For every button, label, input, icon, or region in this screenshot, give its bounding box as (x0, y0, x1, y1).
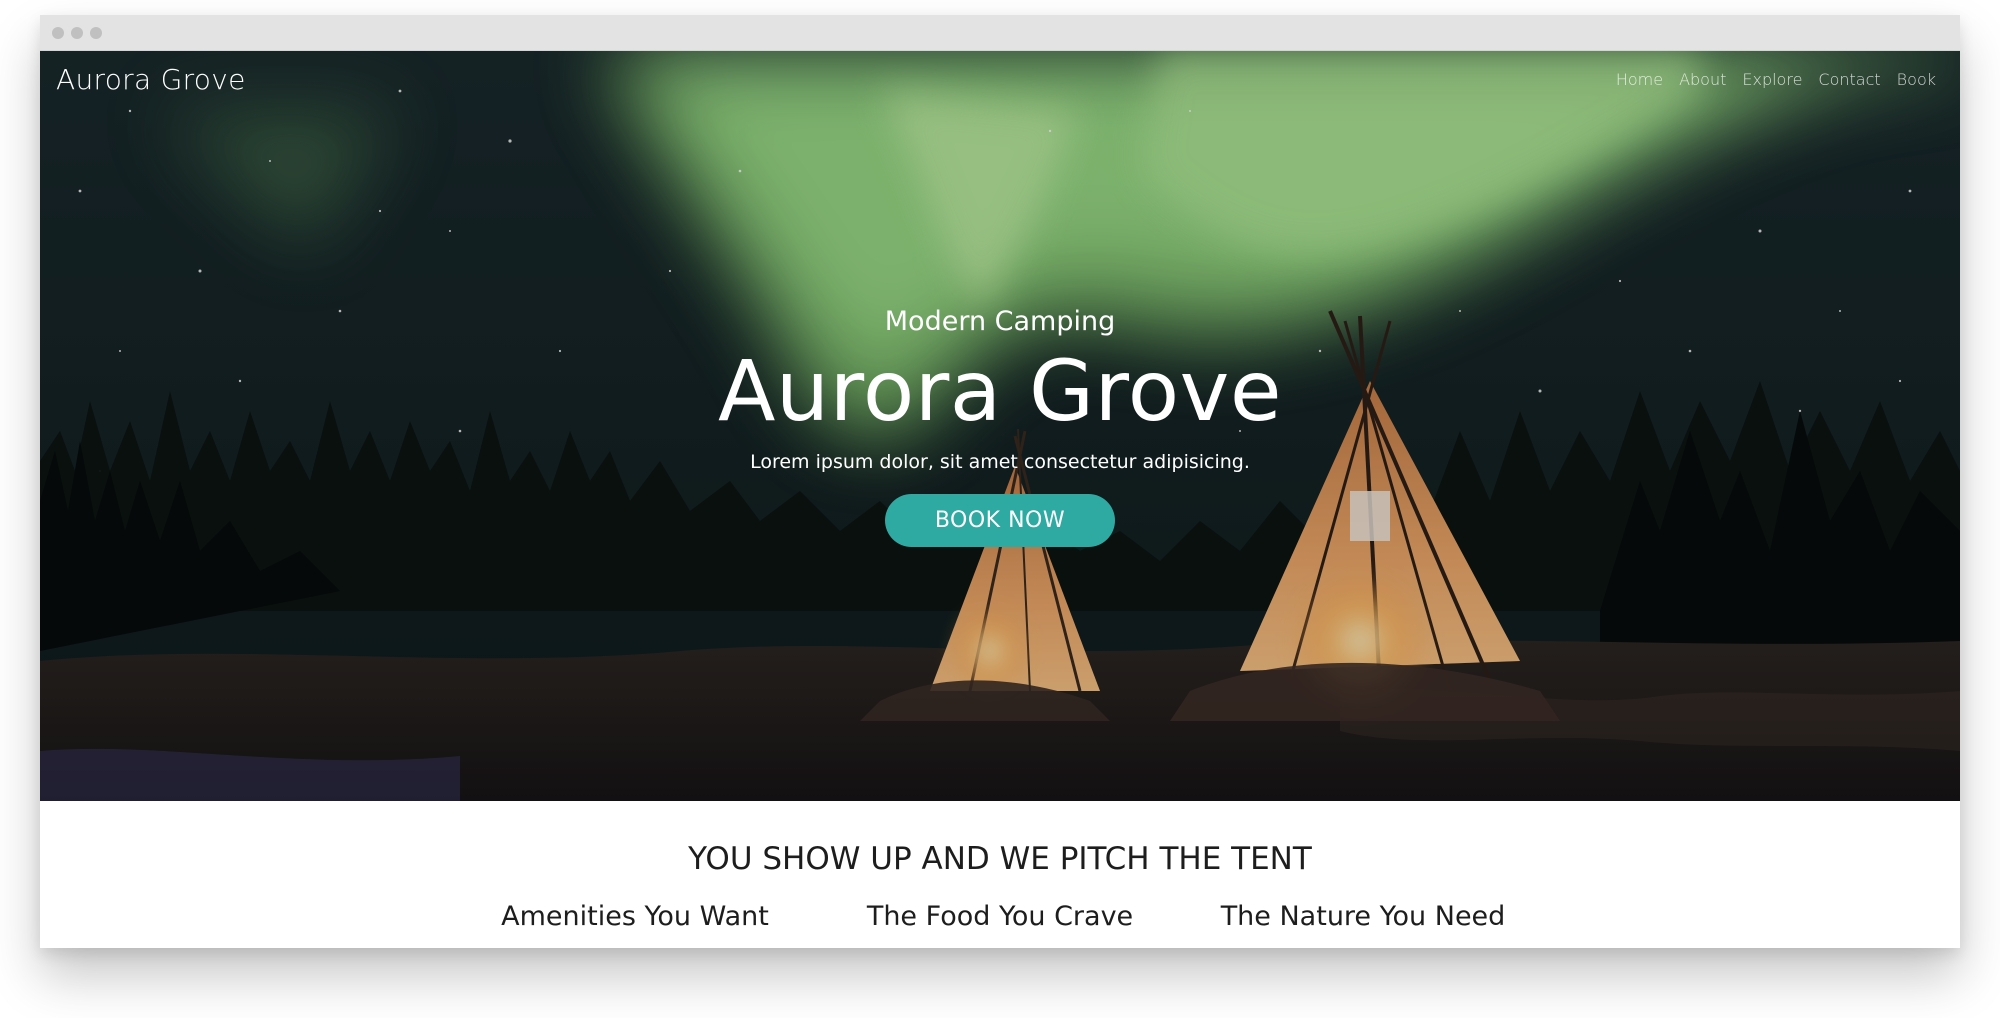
hero-tagline: Lorem ipsum dolor, sit amet consectetur … (750, 451, 1250, 473)
browser-window: Aurora Grove Home About Explore Contact … (40, 15, 1960, 948)
window-maximize-dot-icon[interactable] (90, 27, 102, 39)
nav-link-book[interactable]: Book (1897, 70, 1936, 89)
feature-heading-nature: The Nature You Need (1220, 901, 1506, 932)
book-now-button[interactable]: BOOK NOW (885, 494, 1115, 547)
nav-link-about[interactable]: About (1679, 70, 1726, 89)
hero-section: Aurora Grove Home About Explore Contact … (40, 51, 1960, 801)
feature-heading-amenities: Amenities You Want (501, 901, 769, 932)
page-backdrop: Aurora Grove Home About Explore Contact … (0, 0, 2000, 1018)
features-section: YOU SHOW UP AND WE PITCH THE TENT Amenit… (40, 801, 1960, 948)
browser-titlebar (40, 15, 1960, 51)
main-navigation: Home About Explore Contact Book (1616, 70, 1936, 89)
hero-headline: Aurora Grove (717, 342, 1283, 440)
nav-link-home[interactable]: Home (1616, 70, 1663, 89)
nav-link-explore[interactable]: Explore (1742, 70, 1802, 89)
feature-heading-food: The Food You Crave (866, 901, 1134, 932)
window-minimize-dot-icon[interactable] (71, 27, 83, 39)
nav-link-contact[interactable]: Contact (1818, 70, 1880, 89)
site-brand-logo[interactable]: Aurora Grove (56, 63, 246, 96)
window-close-dot-icon[interactable] (52, 27, 64, 39)
section-title: YOU SHOW UP AND WE PITCH THE TENT (688, 841, 1312, 877)
hero-subtitle: Modern Camping (884, 306, 1116, 337)
